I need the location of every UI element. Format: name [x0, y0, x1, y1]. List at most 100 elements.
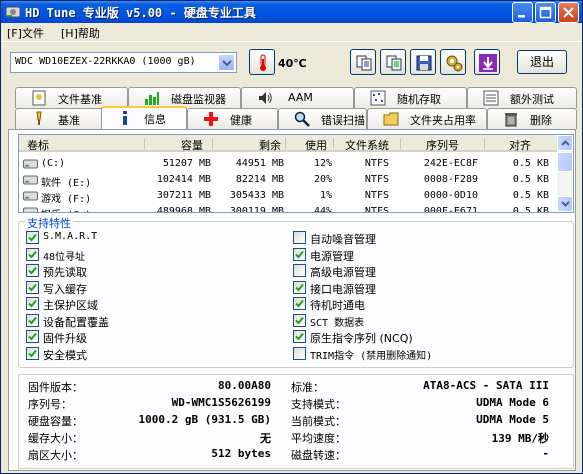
tab-label: 磁盘监视器 [171, 93, 226, 106]
info-value: ATA8-ACS - SATA III [423, 379, 549, 392]
feature-label: 高级电源管理 [310, 266, 376, 279]
cell-free: 82214 MB [235, 174, 284, 185]
feature-checkbox [293, 346, 306, 360]
tab-folder-usage[interactable]: 文件夹占用率 [367, 108, 487, 129]
menu-file[interactable]: [F]文件 [7, 25, 44, 41]
tab-label: 错误扫描 [321, 114, 365, 127]
title-bar[interactable]: HD Tune 专业版 v5.00 - 硬盘专业工具 [1, 1, 582, 23]
info-value: 80.00A80 [218, 379, 271, 392]
minimize-button[interactable] [512, 2, 533, 23]
exit-button[interactable]: 退出 [517, 50, 567, 74]
cell-capacity: 489968 MB [156, 206, 211, 213]
download-button[interactable] [474, 49, 500, 75]
cell-capacity: 51207 MB [162, 158, 211, 169]
info-label: 硬盘容量： [28, 415, 83, 428]
menu-bar: [F]文件 [H]帮助 [1, 23, 582, 41]
copy-all-icon [386, 55, 402, 71]
tab-random-access[interactable]: 随机存取 [354, 87, 467, 108]
tab-label: AAM [288, 91, 313, 104]
column-separator [333, 138, 334, 149]
col-used[interactable]: 使用 [305, 137, 327, 153]
app-logo-icon [5, 6, 21, 18]
hard-drive-icon [23, 191, 38, 201]
maximize-icon [539, 6, 552, 19]
checkmark-icon [28, 332, 37, 341]
info-row: 当前模式： UDMA Mode 5 [291, 413, 549, 429]
col-filesystem[interactable]: 文件系统 [345, 137, 389, 153]
thermometer-icon [260, 54, 266, 71]
tab-aam[interactable]: AAM [241, 87, 354, 108]
tab-benchmark[interactable]: 基准 [15, 108, 104, 129]
col-capacity[interactable]: 容量 [181, 137, 203, 153]
drive-select[interactable]: WDC WD10EZEX-22RKKA0 (1000 gB) [10, 52, 237, 73]
tab-label: 额外测试 [510, 93, 554, 106]
folder-icon [383, 112, 399, 126]
table-row[interactable]: (C:) 51207 MB 44951 MB 12% NTFS 242E-EC8F 0.5 … [19, 156, 559, 172]
chevron-up-icon [561, 140, 570, 146]
feature-label: 48位寻址 [43, 251, 86, 263]
col-serial[interactable]: 序列号 [426, 137, 459, 153]
cell-label: 游戏 (F:) [41, 194, 92, 205]
info-row: 支持模式： UDMA Mode 6 [291, 396, 549, 412]
dropdown-arrow-button[interactable] [218, 54, 235, 71]
scroll-thumb[interactable] [557, 152, 573, 172]
toolbar: WDC WD10EZEX-22RKKA0 (1000 gB) 40℃ 退出 [1, 41, 582, 83]
app-window: HD Tune 专业版 v5.00 - 硬盘专业工具 [F]文件 [H]帮助 W… [0, 0, 583, 474]
info-row: 扇区大小： 512 bytes [28, 447, 271, 463]
cell-used: 12% [313, 158, 332, 169]
feature-label: TRIM指令 (禁用删除通知) [310, 350, 433, 362]
col-volume-label[interactable]: 卷标 [27, 137, 49, 153]
info-panel: 卷标 容量 剩余 使用 文件系统 序列号 对齐 (C:) 51207 MB 4495… [8, 129, 576, 471]
save-button[interactable] [410, 49, 436, 75]
tab-file-benchmark[interactable]: 文件基准 [15, 87, 128, 108]
feature-checkbox [293, 231, 306, 244]
scroll-down-button[interactable] [557, 196, 573, 212]
feature-label: 自动噪音管理 [310, 233, 376, 246]
tab-error-scan[interactable]: 错误扫描 [278, 108, 367, 129]
options-button[interactable] [440, 49, 466, 75]
tab-erase[interactable]: 删除 [487, 108, 577, 129]
tab-info[interactable]: 信息 [101, 106, 187, 129]
cell-serial: 242E-EC8F [423, 158, 478, 169]
gears-icon [446, 55, 463, 72]
checkmark-icon [295, 332, 304, 341]
checkmark-icon [295, 299, 304, 308]
feature-checkbox [26, 264, 39, 277]
table-row[interactable]: 游戏 (F:) 307211 MB 305433 MB 1% NTFS 0000-0D10… [19, 188, 559, 205]
info-label: 缓存大小： [28, 432, 83, 445]
feature-checkbox [293, 264, 306, 277]
temperature-button[interactable] [249, 49, 275, 75]
cell-serial: 000F-E671 [423, 206, 478, 213]
tab-label: 信息 [144, 113, 166, 126]
vertical-scrollbar[interactable] [557, 135, 573, 212]
info-value: - [542, 447, 549, 460]
close-button[interactable] [558, 2, 579, 23]
tab-health[interactable]: 健康 [187, 108, 278, 129]
copy-all-button[interactable] [380, 49, 406, 75]
feature-checkbox [26, 231, 39, 244]
checkmark-icon [28, 233, 37, 242]
col-alignment[interactable]: 对齐 [509, 137, 531, 153]
table-row[interactable]: 软件 (E:) 102414 MB 82214 MB 20% NTFS 0008-F289… [19, 172, 559, 189]
feature-label: 设备配置覆盖 [43, 315, 109, 329]
checkmark-icon [28, 349, 37, 357]
feature-label: SCT 数据表 [310, 317, 365, 329]
cell-align: 0.5 KB [512, 158, 549, 169]
checkmark-icon [295, 283, 304, 291]
scroll-up-button[interactable] [557, 135, 573, 151]
col-free[interactable]: 剩余 [259, 137, 281, 153]
tab-extra-tests[interactable]: 额外测试 [467, 87, 577, 108]
checkmark-icon [295, 316, 304, 324]
volume-list[interactable]: 卷标 容量 剩余 使用 文件系统 序列号 对齐 (C:) 51207 MB 4495… [18, 134, 574, 213]
info-row: 磁盘转速： - [291, 447, 549, 463]
maximize-button[interactable] [535, 2, 556, 23]
menu-help[interactable]: [H]帮助 [61, 25, 100, 41]
cell-fs: NTFS [364, 190, 389, 201]
column-separator [144, 138, 145, 149]
tab-disk-monitor[interactable]: 磁盘监视器 [128, 87, 241, 108]
info-label: 当前模式： [291, 415, 346, 428]
cell-fs: NTFS [364, 174, 389, 185]
copy-info-button[interactable] [350, 49, 376, 75]
table-row[interactable]: 娱乐 (G:) 489968 MB 300119 MB 44% NTFS 000F-E67… [19, 204, 559, 213]
cell-used: 20% [313, 174, 332, 185]
